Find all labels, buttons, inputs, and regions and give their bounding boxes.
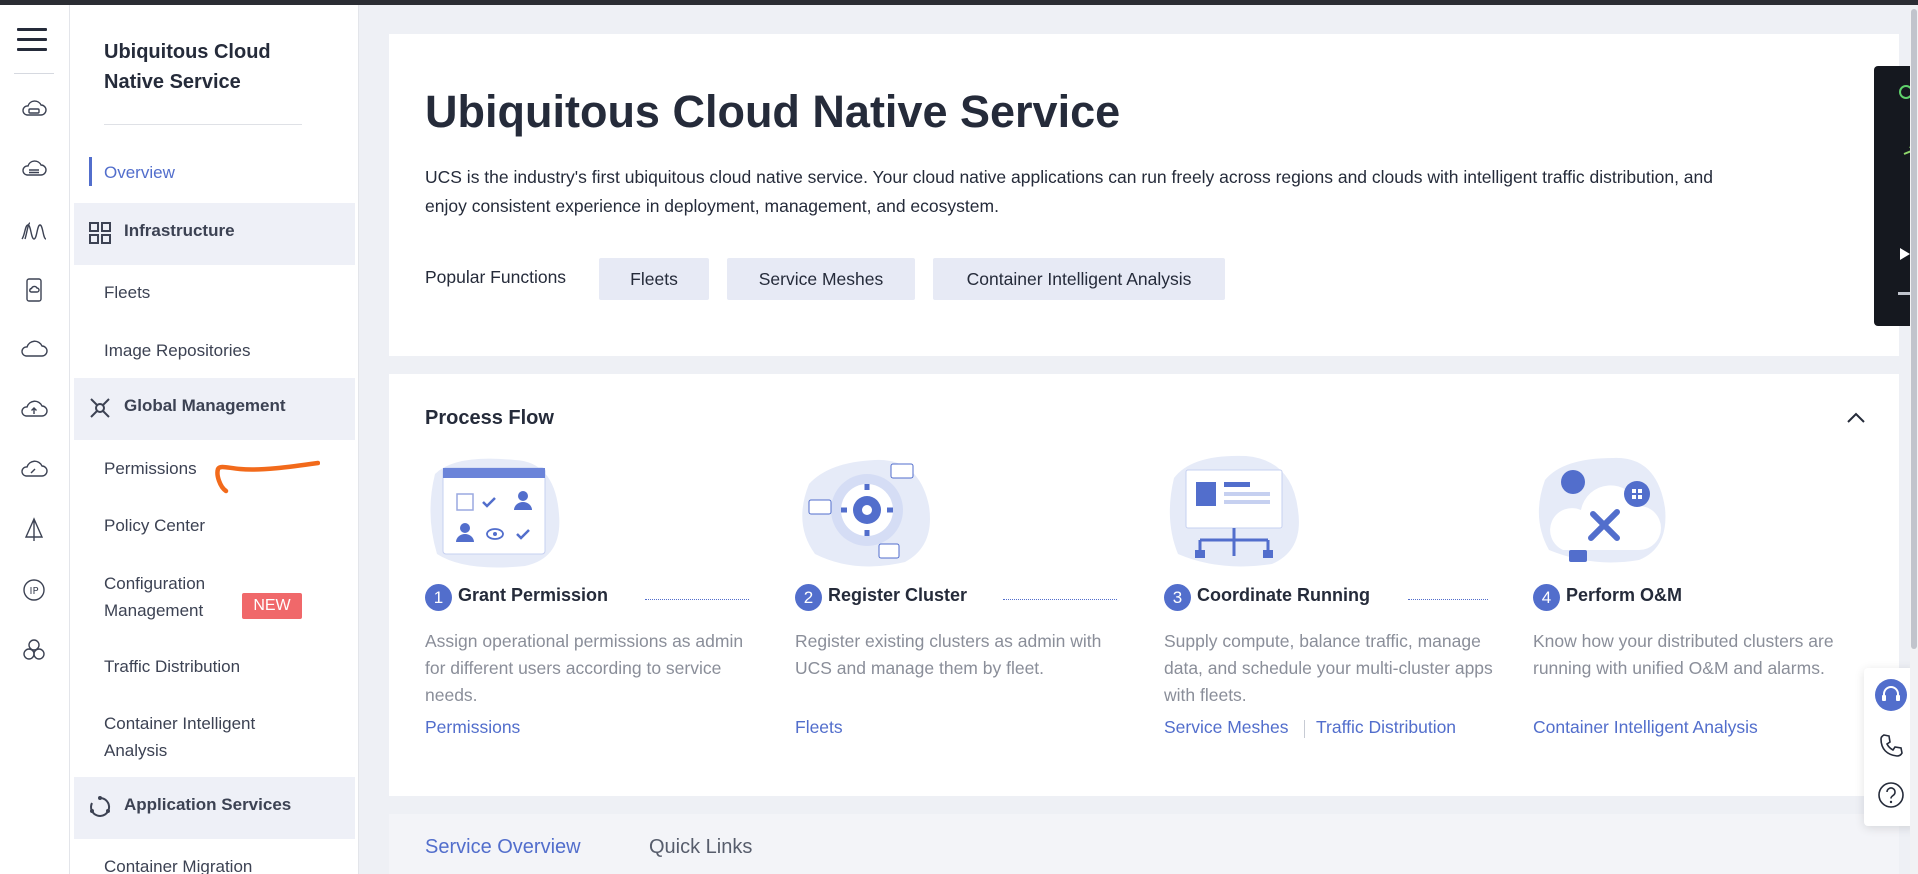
network-hub-icon <box>90 398 110 418</box>
step-connector <box>1003 599 1117 600</box>
page-title: Ubiquitous Cloud Native Service <box>425 86 1121 137</box>
nav-divider <box>104 124 302 125</box>
ip-icon[interactable]: IP <box>19 575 49 605</box>
step-connector <box>1408 599 1488 600</box>
step-link-container-intelligent-analysis[interactable]: Container Intelligent Analysis <box>1533 717 1758 738</box>
cloud-server-icon[interactable] <box>19 95 49 125</box>
active-indicator <box>89 157 92 186</box>
cloud-icon[interactable] <box>19 335 49 365</box>
nav-group-application-services[interactable]: Application Services <box>74 777 355 839</box>
nav-group-label: Application Services <box>124 795 292 814</box>
process-step: 2 Register Cluster Register existing clu… <box>795 454 1135 774</box>
nav-item-container-intelligent-analysis[interactable]: Container Intelligent Analysis <box>104 710 255 764</box>
nav-group-infrastructure[interactable]: Infrastructure <box>74 203 355 265</box>
popular-chip-service-meshes[interactable]: Service Meshes <box>727 258 915 300</box>
step-title: Coordinate Running <box>1197 585 1370 605</box>
step-number-badge: 4 <box>1533 584 1560 611</box>
process-flow-title: Process Flow <box>425 407 554 429</box>
link-separator <box>1304 720 1305 738</box>
nav-group-global-management[interactable]: Global Management <box>74 378 355 440</box>
service-intro-card: Ubiquitous Cloud Native Service UCS is t… <box>389 34 1899 356</box>
nav-item-configuration-management[interactable]: Configuration Management <box>104 570 205 624</box>
scrollbar-thumb[interactable] <box>1911 9 1917 649</box>
step-number-badge: 3 <box>1164 584 1191 611</box>
om-illustration-icon <box>1538 457 1666 563</box>
step-description: Assign operational permissions as admin … <box>425 631 744 705</box>
rail-divider <box>14 73 54 74</box>
step-description: Know how your distributed clusters are r… <box>1533 631 1834 678</box>
step-number-badge: 2 <box>795 584 822 611</box>
nodes-icon[interactable] <box>19 635 49 665</box>
cluster-wave-icon[interactable] <box>19 215 49 245</box>
tab-quick-links[interactable]: Quick Links <box>649 836 752 859</box>
step-link-permissions[interactable]: Permissions <box>425 717 520 738</box>
overview-tabs: Service Overview Quick Links <box>389 814 1899 874</box>
nav-item-fleets[interactable]: Fleets <box>104 279 150 306</box>
coordinate-illustration-icon <box>1169 455 1299 567</box>
customer-service-icon[interactable] <box>1874 678 1908 712</box>
icon-rail: IP <box>0 5 70 874</box>
page-scrollbar[interactable] <box>1910 5 1918 874</box>
popular-chip-container-intelligent-analysis[interactable]: Container Intelligent Analysis <box>933 258 1225 300</box>
tab-service-overview[interactable]: Service Overview <box>425 836 581 859</box>
step-title: Register Cluster <box>828 585 968 605</box>
step-connector <box>645 599 749 600</box>
permission-illustration-icon <box>430 458 560 568</box>
nav-item-permissions[interactable]: Permissions <box>104 455 197 482</box>
cloud-gauge-icon[interactable] <box>19 455 49 485</box>
mobile-cloud-icon[interactable] <box>19 275 49 305</box>
nav-title: Ubiquitous Cloud Native Service <box>104 41 271 93</box>
popular-functions-label: Popular Functions <box>425 267 567 287</box>
new-badge: NEW <box>242 593 302 619</box>
nav-item-label-line2: Analysis <box>104 741 168 760</box>
step-title: Perform O&M <box>1566 585 1683 605</box>
hand-drawn-arrow-annotation <box>215 460 320 494</box>
step-number-badge: 1 <box>425 584 452 611</box>
register-cluster-illustration-icon <box>802 459 930 567</box>
sail-icon[interactable] <box>19 515 49 545</box>
nav-item-policy-center[interactable]: Policy Center <box>104 512 205 539</box>
nav-item-traffic-distribution[interactable]: Traffic Distribution <box>104 653 240 680</box>
nav-group-label: Infrastructure <box>124 221 235 240</box>
cloud-upload-icon[interactable] <box>19 395 49 425</box>
process-step: 3 Coordinate Running Supply compute, bal… <box>1164 454 1504 774</box>
help-icon[interactable] <box>1874 778 1908 812</box>
step-description: Register existing clusters as admin with… <box>795 631 1102 678</box>
app-services-icon <box>90 796 111 817</box>
process-step: 4 Perform O&M Know how your distributed … <box>1533 454 1873 774</box>
menu-icon[interactable] <box>17 25 49 55</box>
nav-item-overview[interactable]: Overview <box>104 159 175 186</box>
nav-group-label: Global Management <box>124 396 286 415</box>
step-title: Grant Permission <box>458 585 609 605</box>
grid-icon <box>89 222 111 244</box>
nav-item-label-line1: Configuration <box>104 574 206 593</box>
popular-chip-fleets[interactable]: Fleets <box>599 258 709 300</box>
nav-item-label-line2: Management <box>104 601 204 620</box>
process-step: 1 Grant Permission Assign operational pe… <box>425 454 765 774</box>
step-link-service-meshes[interactable]: Service Meshes <box>1164 717 1289 738</box>
process-flow-card: Process Flow 1 Grant Permission Assign o… <box>389 374 1899 796</box>
step-description: Supply compute, balance traffic, manage … <box>1164 631 1493 705</box>
ip-icon-label: IP <box>30 586 39 597</box>
left-navigation: Ubiquitous Cloud Native Service Overview… <box>70 5 359 874</box>
cloud-storage-icon[interactable] <box>19 155 49 185</box>
step-link-traffic-distribution[interactable]: Traffic Distribution <box>1316 717 1456 738</box>
service-description: UCS is the industry's first ubiquitous c… <box>425 167 1714 216</box>
step-link-fleets[interactable]: Fleets <box>795 717 843 738</box>
chevron-up-icon[interactable] <box>1842 404 1870 432</box>
nav-item-label-line1: Container Intelligent <box>104 714 256 733</box>
phone-icon[interactable] <box>1874 728 1908 762</box>
nav-item-container-migration[interactable]: Container Migration <box>104 853 252 874</box>
nav-item-image-repositories[interactable]: Image Repositories <box>104 337 250 364</box>
